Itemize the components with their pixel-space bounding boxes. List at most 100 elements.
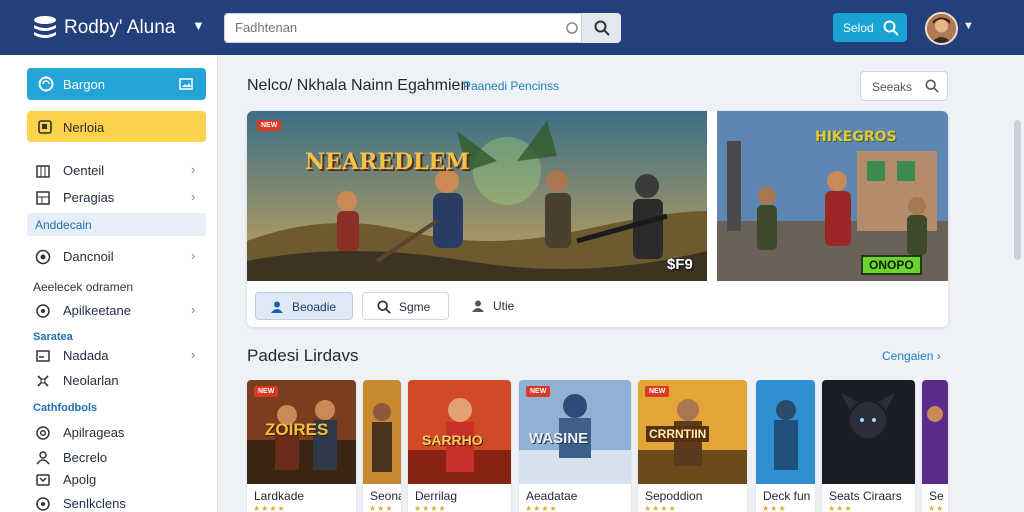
game-card[interactable]: Deck fun ★★★ xyxy=(756,380,815,512)
sidebar-item-peragias[interactable]: Peragias › xyxy=(27,187,207,209)
sidebar-item-senlkclens[interactable]: Senlkclens xyxy=(27,493,207,512)
game-card[interactable]: Seats Ciraars ★★★ xyxy=(822,380,915,512)
tab-label: Sgme xyxy=(399,300,431,314)
game-name: Seats Ciraars xyxy=(829,489,902,503)
featured-banner-side[interactable]: HIKEGROS ONOPO xyxy=(717,111,948,281)
game-name: Se xyxy=(929,489,944,503)
grid-icon xyxy=(36,191,50,205)
featured-banner-main[interactable]: NEW NEAREDLEM $F9 xyxy=(247,111,707,281)
clear-icon[interactable] xyxy=(565,21,579,35)
rating-stars: ★★★★ xyxy=(525,504,558,512)
game-art-title: CRRNTIIN xyxy=(646,426,710,442)
circle-icon xyxy=(36,497,50,511)
rating-stars: ★★★★ xyxy=(644,504,677,512)
avatar[interactable] xyxy=(925,12,958,45)
game-card[interactable]: NEW ZOIRES Lardkade ★★★★ xyxy=(247,380,356,512)
sidebar-item-label: Apilkeetane xyxy=(63,303,131,318)
sidebar-item-apilrageas[interactable]: Apilrageas xyxy=(27,422,207,444)
search-icon xyxy=(377,300,391,314)
rating-stars: ★★ xyxy=(928,504,945,512)
sidebar-primary-button[interactable]: Bargon xyxy=(27,68,206,100)
tab-label: Beoadie xyxy=(292,300,337,314)
new-badge: NEW xyxy=(645,386,670,397)
person-outline-icon xyxy=(472,300,484,312)
header-link[interactable]: Paanedi Pencinss xyxy=(463,79,559,93)
brand-name[interactable]: Rodby' Aluna xyxy=(64,17,175,39)
sidebar-item-active[interactable]: Anddecain xyxy=(27,213,206,236)
chevron-right-icon: › xyxy=(191,189,196,204)
search-input[interactable] xyxy=(235,20,565,35)
tab-utie[interactable]: Utie xyxy=(465,292,535,320)
main-search-button[interactable]: Seeaks xyxy=(860,71,948,101)
game-art-title: ZOIRES xyxy=(265,420,329,439)
sidebar-item-neolarlan[interactable]: Neolarlan xyxy=(27,370,207,392)
image-icon xyxy=(179,78,193,90)
search-button[interactable] xyxy=(581,13,621,43)
rating-stars: ★★★ xyxy=(369,504,394,512)
game-art xyxy=(922,380,948,484)
side-game-title: HIKEGROS xyxy=(815,129,897,145)
sidebar-item-apolg[interactable]: Apolg xyxy=(27,469,207,491)
sidebar-item-dancnoil[interactable]: Dancnoil › xyxy=(27,246,207,268)
sidebar-item-label: Becrelo xyxy=(63,450,108,465)
sidebar-item-label: Oenteil xyxy=(63,163,105,178)
game-art-title: WASINE xyxy=(529,430,589,447)
game-art: SARRHO xyxy=(408,380,511,484)
note-icon xyxy=(38,120,52,134)
game-art: NEW CRRNTIIN xyxy=(638,380,747,484)
sidebar-item-label: Peragias xyxy=(63,190,115,205)
game-name: Sepoddion xyxy=(645,489,703,503)
see-all-label: Cengaien xyxy=(882,349,934,363)
sidebar-item-becrelo[interactable]: Becrelo xyxy=(27,447,207,469)
search-icon xyxy=(883,20,899,36)
game-card[interactable]: Seona ★★★ xyxy=(363,380,401,512)
globe-icon xyxy=(38,76,54,92)
sidebar-item-label: Apolg xyxy=(63,472,97,487)
user-icon xyxy=(36,451,50,465)
game-art: NEW ZOIRES xyxy=(247,380,356,484)
building-icon xyxy=(36,165,50,178)
price-label: $F9 xyxy=(667,256,693,273)
sidebar-item-label: Senlkclens xyxy=(63,496,126,511)
at-icon xyxy=(36,426,50,440)
rating-stars: ★★★ xyxy=(828,504,853,512)
game-art: NEW WASINE xyxy=(519,380,631,484)
game-name: Seona xyxy=(370,489,401,503)
scrollbar[interactable] xyxy=(1014,120,1021,260)
chevron-right-icon: › xyxy=(936,349,941,363)
window-icon xyxy=(36,350,50,362)
tab-sgme[interactable]: Sgme xyxy=(362,292,449,320)
select-button[interactable]: Selod xyxy=(833,13,907,42)
sidebar-item-label: Neolarlan xyxy=(63,373,119,388)
section-title: Padesi Lirdavs xyxy=(247,346,359,365)
game-art xyxy=(756,380,815,484)
chevron-down-icon[interactable]: ▼ xyxy=(963,20,974,32)
game-name: Derrilag xyxy=(415,489,458,503)
sidebar-active-label: Anddecain xyxy=(35,218,92,232)
side-game-tag: ONOPO xyxy=(861,255,922,275)
rating-stars: ★★★★ xyxy=(253,504,286,512)
game-art xyxy=(363,380,401,484)
sidebar-item-nadada[interactable]: Nadada › xyxy=(27,345,207,367)
sidebar-item-apilkeetane[interactable]: Apilkeetane › xyxy=(27,300,207,322)
search-box[interactable] xyxy=(224,13,621,43)
featured-game-title: NEAREDLEM xyxy=(305,149,470,175)
game-card[interactable]: NEW CRRNTIIN Sepoddion ★★★★ xyxy=(638,380,747,512)
stack-logo-icon[interactable] xyxy=(32,14,58,40)
chevron-down-icon[interactable]: ▼ xyxy=(192,18,205,33)
game-card[interactable]: SARRHO Derrilag ★★★★ xyxy=(408,380,511,512)
game-art xyxy=(822,380,915,484)
tab-beoadie[interactable]: Beoadie xyxy=(255,292,353,320)
game-card[interactable]: NEW WASINE Aeadatae ★★★★ xyxy=(519,380,631,512)
game-name: Aeadatae xyxy=(526,489,578,503)
cross-icon xyxy=(37,375,49,387)
see-all-link[interactable]: Cengaien › xyxy=(882,349,941,363)
sidebar-item-label: Apilrageas xyxy=(63,425,125,440)
target-icon xyxy=(35,249,51,265)
page-title: Nelco/ Nkhala Nainn Egahmien xyxy=(247,77,470,94)
sidebar-item-oenteil[interactable]: Oenteil › xyxy=(27,160,207,182)
chevron-right-icon: › xyxy=(191,248,196,263)
chevron-right-icon: › xyxy=(191,162,196,177)
game-card[interactable]: Se ★★ xyxy=(922,380,948,512)
sidebar-secondary-button[interactable]: Nerloia xyxy=(27,111,206,142)
